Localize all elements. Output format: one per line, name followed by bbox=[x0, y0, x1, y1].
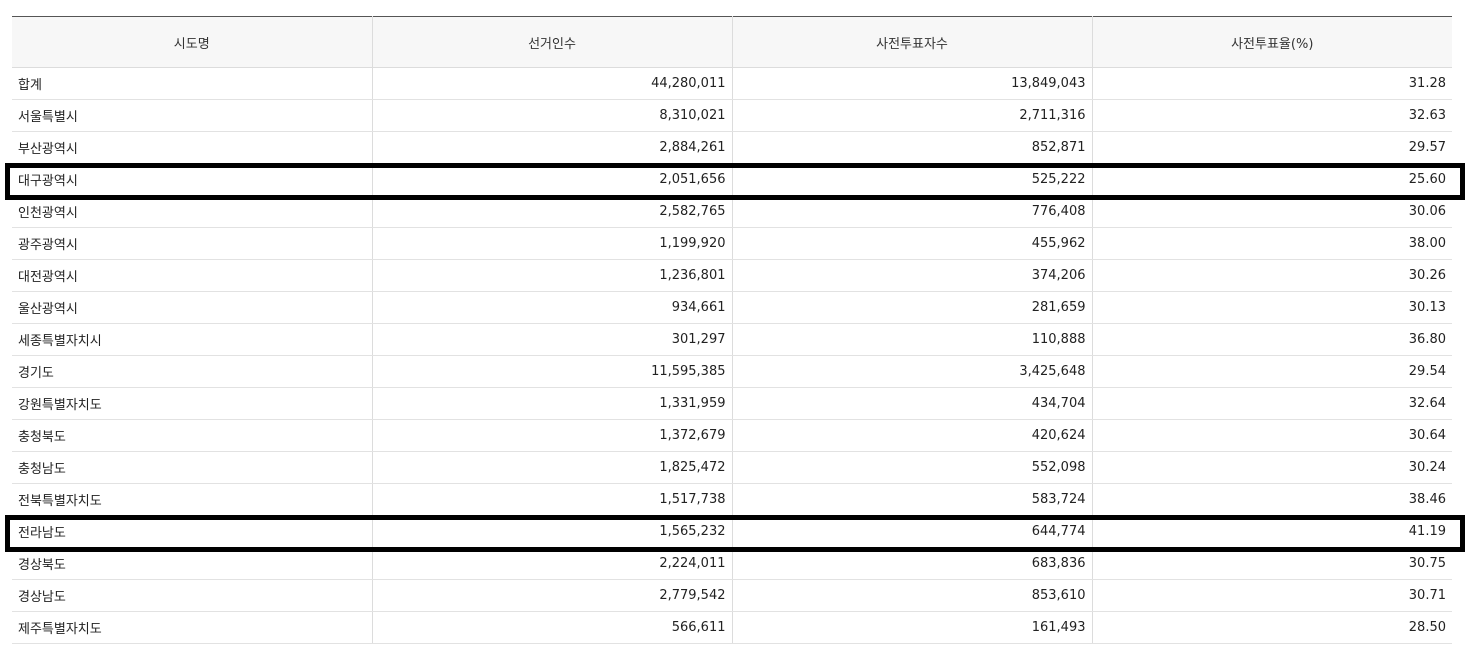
cell-early-rate: 32.63 bbox=[1091, 99, 1452, 132]
cell-early-voters: 852,871 bbox=[731, 131, 1092, 164]
cell-region: 합계 bbox=[12, 67, 372, 100]
table-row: 울산광역시 934,661 281,659 30.13 bbox=[12, 291, 1452, 324]
cell-region: 강원특별자치도 bbox=[12, 387, 372, 420]
cell-early-rate: 30.64 bbox=[1091, 419, 1452, 452]
cell-region: 부산광역시 bbox=[12, 131, 372, 164]
cell-early-voters: 281,659 bbox=[731, 291, 1092, 324]
cell-region: 대전광역시 bbox=[12, 259, 372, 292]
table-row: 충청북도 1,372,679 420,624 30.64 bbox=[12, 419, 1452, 452]
cell-early-voters: 776,408 bbox=[731, 195, 1092, 228]
cell-region: 광주광역시 bbox=[12, 227, 372, 260]
cell-electors: 1,372,679 bbox=[371, 419, 732, 452]
table-row: 제주특별자치도 566,611 161,493 28.50 bbox=[12, 611, 1452, 644]
table-row: 대구광역시 2,051,656 525,222 25.60 bbox=[12, 163, 1452, 196]
column-header-electors: 선거인수 bbox=[371, 16, 732, 68]
early-voting-table: 시도명 선거인수 사전투표자수 사전투표율(%) 합계 44,280,011 1… bbox=[12, 16, 1452, 644]
table-row: 전라남도 1,565,232 644,774 41.19 bbox=[12, 515, 1452, 548]
cell-early-voters: 644,774 bbox=[731, 515, 1092, 548]
cell-early-voters: 420,624 bbox=[731, 419, 1092, 452]
cell-region: 전북특별자치도 bbox=[12, 483, 372, 516]
cell-early-voters: 434,704 bbox=[731, 387, 1092, 420]
cell-early-rate: 41.19 bbox=[1091, 515, 1452, 548]
column-header-early-rate: 사전투표율(%) bbox=[1091, 16, 1452, 68]
table-row: 인천광역시 2,582,765 776,408 30.06 bbox=[12, 195, 1452, 228]
cell-early-rate: 30.13 bbox=[1091, 291, 1452, 324]
table-header-row: 시도명 선거인수 사전투표자수 사전투표율(%) bbox=[12, 16, 1452, 68]
cell-region: 제주특별자치도 bbox=[12, 611, 372, 644]
cell-region: 서울특별시 bbox=[12, 99, 372, 132]
cell-early-rate: 29.57 bbox=[1091, 131, 1452, 164]
cell-electors: 1,825,472 bbox=[371, 451, 732, 484]
cell-early-voters: 455,962 bbox=[731, 227, 1092, 260]
cell-electors: 2,051,656 bbox=[371, 163, 732, 196]
cell-early-rate: 32.64 bbox=[1091, 387, 1452, 420]
cell-region: 전라남도 bbox=[12, 515, 372, 548]
cell-region: 경상남도 bbox=[12, 579, 372, 612]
cell-region: 경상북도 bbox=[12, 547, 372, 580]
cell-region: 충청남도 bbox=[12, 451, 372, 484]
cell-early-rate: 30.71 bbox=[1091, 579, 1452, 612]
table-row: 경상남도 2,779,542 853,610 30.71 bbox=[12, 579, 1452, 612]
cell-early-voters: 161,493 bbox=[731, 611, 1092, 644]
cell-early-voters: 374,206 bbox=[731, 259, 1092, 292]
table-row: 경기도 11,595,385 3,425,648 29.54 bbox=[12, 355, 1452, 388]
cell-early-voters: 853,610 bbox=[731, 579, 1092, 612]
table-row: 전북특별자치도 1,517,738 583,724 38.46 bbox=[12, 483, 1452, 516]
cell-electors: 44,280,011 bbox=[371, 67, 732, 100]
cell-electors: 1,331,959 bbox=[371, 387, 732, 420]
cell-electors: 1,517,738 bbox=[371, 483, 732, 516]
early-voting-table-container: 시도명 선거인수 사전투표자수 사전투표율(%) 합계 44,280,011 1… bbox=[12, 16, 1452, 644]
cell-region: 충청북도 bbox=[12, 419, 372, 452]
cell-early-voters: 525,222 bbox=[731, 163, 1092, 196]
cell-electors: 934,661 bbox=[371, 291, 732, 324]
cell-early-voters: 583,724 bbox=[731, 483, 1092, 516]
cell-early-rate: 30.75 bbox=[1091, 547, 1452, 580]
cell-early-rate: 25.60 bbox=[1091, 163, 1452, 196]
cell-early-rate: 38.46 bbox=[1091, 483, 1452, 516]
table-row: 부산광역시 2,884,261 852,871 29.57 bbox=[12, 131, 1452, 164]
cell-electors: 301,297 bbox=[371, 323, 732, 356]
column-header-region: 시도명 bbox=[12, 16, 372, 68]
cell-region: 인천광역시 bbox=[12, 195, 372, 228]
table-row: 서울특별시 8,310,021 2,711,316 32.63 bbox=[12, 99, 1452, 132]
cell-early-rate: 29.54 bbox=[1091, 355, 1452, 388]
cell-early-rate: 31.28 bbox=[1091, 67, 1452, 100]
cell-early-rate: 36.80 bbox=[1091, 323, 1452, 356]
cell-early-rate: 38.00 bbox=[1091, 227, 1452, 260]
cell-electors: 2,224,011 bbox=[371, 547, 732, 580]
table-row: 강원특별자치도 1,331,959 434,704 32.64 bbox=[12, 387, 1452, 420]
cell-early-voters: 552,098 bbox=[731, 451, 1092, 484]
cell-electors: 2,582,765 bbox=[371, 195, 732, 228]
cell-electors: 8,310,021 bbox=[371, 99, 732, 132]
cell-electors: 11,595,385 bbox=[371, 355, 732, 388]
cell-early-voters: 13,849,043 bbox=[731, 67, 1092, 100]
cell-electors: 1,199,920 bbox=[371, 227, 732, 260]
cell-region: 경기도 bbox=[12, 355, 372, 388]
cell-region: 울산광역시 bbox=[12, 291, 372, 324]
table-row: 합계 44,280,011 13,849,043 31.28 bbox=[12, 67, 1452, 100]
cell-electors: 1,565,232 bbox=[371, 515, 732, 548]
table-row: 충청남도 1,825,472 552,098 30.24 bbox=[12, 451, 1452, 484]
cell-early-rate: 28.50 bbox=[1091, 611, 1452, 644]
table-row: 대전광역시 1,236,801 374,206 30.26 bbox=[12, 259, 1452, 292]
cell-early-rate: 30.24 bbox=[1091, 451, 1452, 484]
cell-electors: 2,884,261 bbox=[371, 131, 732, 164]
cell-early-rate: 30.06 bbox=[1091, 195, 1452, 228]
table-row: 광주광역시 1,199,920 455,962 38.00 bbox=[12, 227, 1452, 260]
cell-early-voters: 3,425,648 bbox=[731, 355, 1092, 388]
table-row: 경상북도 2,224,011 683,836 30.75 bbox=[12, 547, 1452, 580]
cell-early-rate: 30.26 bbox=[1091, 259, 1452, 292]
cell-electors: 566,611 bbox=[371, 611, 732, 644]
cell-electors: 2,779,542 bbox=[371, 579, 732, 612]
table-row: 세종특별자치시 301,297 110,888 36.80 bbox=[12, 323, 1452, 356]
cell-early-voters: 2,711,316 bbox=[731, 99, 1092, 132]
cell-electors: 1,236,801 bbox=[371, 259, 732, 292]
cell-early-voters: 110,888 bbox=[731, 323, 1092, 356]
cell-early-voters: 683,836 bbox=[731, 547, 1092, 580]
cell-region: 대구광역시 bbox=[12, 163, 372, 196]
cell-region: 세종특별자치시 bbox=[12, 323, 372, 356]
column-header-early-voters: 사전투표자수 bbox=[731, 16, 1092, 68]
